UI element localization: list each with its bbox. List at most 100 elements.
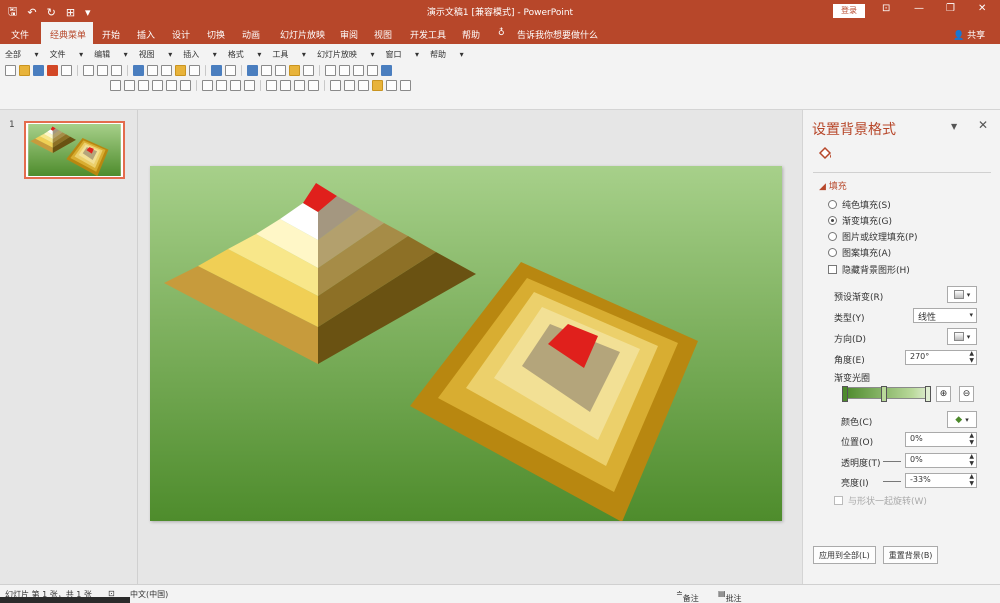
clipart-icon[interactable] (289, 65, 300, 76)
open-folder-icon[interactable] (19, 65, 30, 76)
notes-button[interactable]: ≐ 备注 (676, 589, 699, 603)
tell-me-search[interactable]: 告诉我你想要做什么 (517, 28, 598, 41)
slide[interactable] (150, 166, 782, 522)
gradient-type-select[interactable]: 线性 ▾ (913, 308, 977, 323)
menu-tools[interactable]: 工具 ▾ (272, 49, 306, 60)
close-window-icon[interactable]: ✕ (978, 3, 986, 14)
menu-all[interactable]: 全部 ▾ (5, 49, 39, 60)
italic-icon[interactable] (124, 80, 135, 91)
change-case-icon[interactable] (180, 80, 191, 91)
spelling-icon[interactable] (133, 65, 144, 76)
shapes-icon[interactable] (353, 65, 364, 76)
shape-outline-icon[interactable] (386, 80, 397, 91)
brightness-spinner[interactable]: -33% ▲ ▼ (905, 473, 977, 488)
position-spinner[interactable]: 0% ▲ ▼ (905, 432, 977, 447)
bullets-icon[interactable] (266, 80, 277, 91)
ribbon-display-icon[interactable]: ⊡ (882, 3, 890, 14)
tab-help[interactable]: 帮助 (462, 28, 480, 41)
textbox-icon[interactable] (339, 65, 350, 76)
save-icon[interactable]: 🖫 (8, 3, 17, 22)
shape-effects-icon[interactable] (400, 80, 411, 91)
add-stop-icon[interactable]: ⊕ (936, 386, 951, 402)
export-pdf-icon[interactable] (47, 65, 58, 76)
reset-background-button[interactable]: 重置背景(B) (882, 546, 939, 564)
align-center-icon[interactable] (216, 80, 227, 91)
underline-icon[interactable] (138, 80, 149, 91)
spinner-arrows-icon[interactable]: ▲ ▼ (969, 453, 974, 467)
slide-size-icon[interactable] (111, 65, 122, 76)
table-icon[interactable] (261, 65, 272, 76)
customize-qat-icon[interactable]: ▾ (85, 6, 91, 19)
arrange-icon[interactable] (344, 80, 355, 91)
direction-button[interactable]: ▾ (947, 328, 977, 345)
grid-icon[interactable] (325, 65, 336, 76)
preset-gradient-button[interactable]: ▾ (947, 286, 977, 303)
tab-classic-menu[interactable]: 经典菜单 (41, 22, 93, 44)
transparency-slider[interactable] (883, 461, 901, 462)
hide-background-graphics-option[interactable]: 隐藏背景图形(H) (828, 263, 910, 276)
picture-icon[interactable] (275, 65, 286, 76)
menu-slideshow[interactable]: 幻灯片放映 ▾ (317, 49, 375, 60)
save-icon[interactable] (33, 65, 44, 76)
menu-insert[interactable]: 插入 ▾ (183, 49, 217, 60)
apply-to-all-button[interactable]: 应用到全部(L) (813, 546, 876, 564)
panel-options-icon[interactable]: ▼ (951, 122, 957, 131)
permission-icon[interactable] (61, 65, 72, 76)
gradient-fill-option[interactable]: 渐变填充(G) (828, 214, 892, 227)
brightness-slider[interactable] (883, 481, 901, 482)
tab-developer[interactable]: 开发工具 (410, 28, 446, 41)
menu-format[interactable]: 格式 ▾ (228, 49, 262, 60)
chart-icon[interactable] (247, 65, 258, 76)
shape-fill-icon[interactable] (372, 80, 383, 91)
menu-help[interactable]: 帮助 ▾ (430, 49, 464, 60)
justify-icon[interactable] (244, 80, 255, 91)
cut-icon[interactable] (147, 65, 158, 76)
fill-section-header[interactable]: ◢ 填充 (819, 179, 847, 192)
bold-icon[interactable] (110, 80, 121, 91)
menu-edit[interactable]: 编辑 ▾ (94, 49, 128, 60)
gradient-stop-3[interactable] (925, 386, 931, 402)
line-style-icon[interactable] (303, 65, 314, 76)
shadow-icon[interactable] (166, 80, 177, 91)
tab-file[interactable]: 文件 (11, 28, 29, 41)
rotate-with-shape-option[interactable]: 与形状一起旋转(W) (834, 494, 927, 507)
tab-transitions[interactable]: 切换 (207, 28, 225, 41)
paste-icon[interactable] (175, 65, 186, 76)
language-indicator[interactable]: 中文(中国) (130, 589, 168, 600)
paint-bucket-icon[interactable] (817, 145, 833, 161)
line-spacing-icon[interactable] (308, 80, 319, 91)
menu-file[interactable]: 文件 ▾ (50, 49, 84, 60)
gradient-stops-bar[interactable] (842, 386, 931, 402)
minimize-icon[interactable]: — (914, 3, 924, 14)
undo-icon[interactable] (211, 65, 222, 76)
spinner-arrows-icon[interactable]: ▲ ▼ (969, 473, 974, 487)
radio-button[interactable] (828, 232, 837, 241)
indent-icon[interactable] (294, 80, 305, 91)
spinner-arrows-icon[interactable]: ▲ ▼ (969, 350, 974, 364)
tab-design[interactable]: 设计 (172, 28, 190, 41)
login-button[interactable]: 登录 (833, 4, 865, 18)
spinner-arrows-icon[interactable]: ▲ ▼ (969, 432, 974, 446)
quick-styles-icon[interactable] (358, 80, 369, 91)
undo-icon[interactable]: ↶ (27, 6, 36, 19)
tab-slideshow[interactable]: 幻灯片放映 (280, 28, 325, 41)
help-icon[interactable] (381, 65, 392, 76)
numbering-icon[interactable] (280, 80, 291, 91)
close-icon[interactable]: ✕ (978, 118, 988, 132)
remove-stop-icon[interactable]: ⊖ (959, 386, 974, 402)
tab-insert[interactable]: 插入 (137, 28, 155, 41)
transparency-spinner[interactable]: 0% ▲ ▼ (905, 453, 977, 468)
zoom-icon[interactable] (367, 65, 378, 76)
radio-button[interactable] (828, 216, 837, 225)
tab-home[interactable]: 开始 (102, 28, 120, 41)
comments-button[interactable]: ▤ 批注 (718, 589, 742, 603)
radio-button[interactable] (828, 248, 837, 257)
tab-animations[interactable]: 动画 (242, 28, 260, 41)
menu-view[interactable]: 视图 ▾ (139, 49, 173, 60)
print-preview-icon[interactable] (97, 65, 108, 76)
redo-icon[interactable] (225, 65, 236, 76)
checkbox[interactable] (828, 265, 837, 274)
menu-window[interactable]: 窗口 ▾ (386, 49, 420, 60)
share-button[interactable]: 👤 共享 (953, 28, 985, 41)
pattern-fill-option[interactable]: 图案填充(A) (828, 246, 891, 259)
